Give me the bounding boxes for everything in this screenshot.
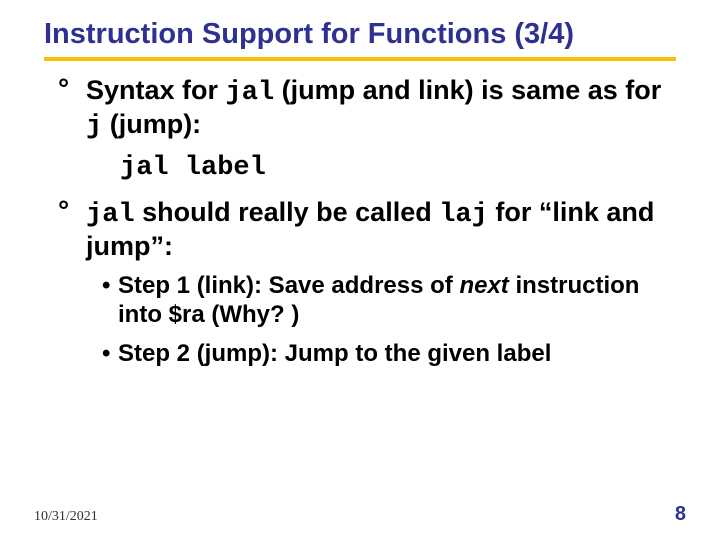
- code-jal: jal: [226, 78, 275, 108]
- step-text: Step 2 (jump): Jump to the given label: [118, 340, 551, 367]
- bullet-dot-icon: •: [102, 340, 110, 369]
- text-part: Syntax for: [86, 75, 226, 105]
- bullet-dot-icon: •: [102, 272, 110, 301]
- code-j: j: [86, 112, 102, 142]
- degree-icon: °: [58, 73, 69, 105]
- degree-icon: °: [58, 195, 69, 227]
- bullet-syntax-jal: ° Syntax for jal (jump and link) is same…: [58, 75, 680, 143]
- bullet-text: jal should really be called laj for “lin…: [86, 197, 654, 261]
- bullet-text: Syntax for jal (jump and link) is same a…: [86, 75, 661, 139]
- sub-bullets: • Step 1 (link): Save address of next in…: [102, 272, 680, 368]
- code-jal: jal: [86, 200, 135, 230]
- code-line-jal-label: jal label: [120, 153, 680, 183]
- slide-title: Instruction Support for Functions (3/4): [44, 18, 676, 61]
- slide-content: ° Syntax for jal (jump and link) is same…: [30, 61, 690, 369]
- text-part: should really be called: [135, 197, 440, 227]
- emphasis-next: next: [459, 272, 508, 299]
- code-laj: laj: [439, 200, 488, 230]
- step-2: • Step 2 (jump): Jump to the given label: [102, 340, 680, 369]
- page-number: 8: [675, 503, 686, 526]
- text-part: (jump and link) is same as for: [274, 75, 661, 105]
- footer-date: 10/31/2021: [34, 509, 98, 525]
- bullet-laj: ° jal should really be called laj for “l…: [58, 197, 680, 262]
- step-1: • Step 1 (link): Save address of next in…: [102, 272, 680, 330]
- text-part: Step 1 (link): Save address of: [118, 272, 459, 299]
- footer: 10/31/2021 8: [34, 503, 686, 526]
- text-part: (jump):: [102, 109, 201, 139]
- step-text: Step 1 (link): Save address of next inst…: [118, 272, 639, 328]
- slide: Instruction Support for Functions (3/4) …: [0, 0, 720, 540]
